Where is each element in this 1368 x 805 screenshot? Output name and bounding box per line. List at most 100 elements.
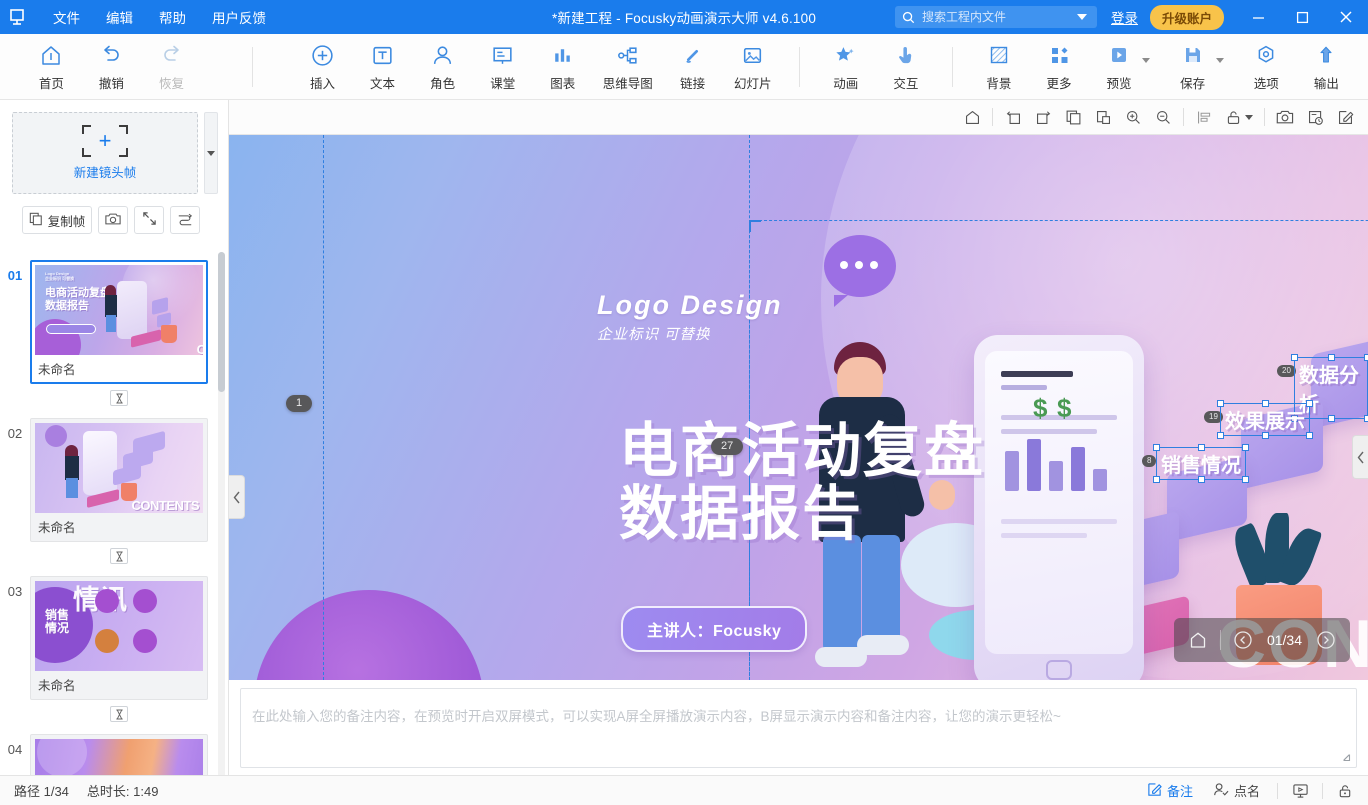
player-home-button[interactable] <box>1180 622 1216 658</box>
copy-frame-button[interactable]: 复制帧 <box>22 206 92 234</box>
slide-name[interactable]: 未命名 <box>35 513 203 539</box>
selection-handle-tl[interactable] <box>749 220 761 232</box>
slide-card[interactable]: CONTENTS 未命名 <box>30 418 208 542</box>
toolbar-button-save[interactable]: 保存 <box>1163 36 1224 98</box>
slides-list[interactable]: 01 Logo Design 企业标识 可替换 电商活动复盘 数据报告 C 未命… <box>0 248 229 805</box>
search-dropdown-caret-icon[interactable] <box>1076 14 1087 20</box>
lock-button[interactable] <box>1219 103 1259 131</box>
rotate-left-button[interactable] <box>998 103 1028 131</box>
toolbar-label: 链接 <box>680 77 706 91</box>
search-box[interactable] <box>894 6 1097 28</box>
copy-button[interactable] <box>1058 103 1088 131</box>
reorder-frames-button[interactable] <box>170 206 200 234</box>
slide-card[interactable]: 销售情况 情讯 未命名 <box>30 576 208 700</box>
camera-icon <box>1276 110 1294 124</box>
zoom-out-button[interactable] <box>1148 103 1178 131</box>
toolbar-button-slide[interactable]: 幻灯片 <box>723 36 783 98</box>
toolbar-button-insert[interactable]: 插入 <box>292 36 352 98</box>
slide-item-01[interactable]: 01 Logo Design 企业标识 可替换 电商活动复盘 数据报告 C 未命… <box>0 260 229 384</box>
lock-dropdown-caret-icon[interactable] <box>1245 114 1253 120</box>
plus-circle-icon <box>310 41 335 69</box>
upgrade-account-button[interactable]: 升级账户 <box>1149 4 1224 30</box>
slide-name[interactable]: 未命名 <box>35 671 203 697</box>
close-button[interactable] <box>1324 0 1368 34</box>
menu-item-help[interactable]: 帮助 <box>146 3 199 31</box>
slide-canvas[interactable]: $ $ Logo Design 企业标识 可替换 电商活动复盘 数据报告 主讲人 <box>229 135 1368 680</box>
rotate-right-button[interactable] <box>1028 103 1058 131</box>
toolbar-button-chart[interactable]: 图表 <box>533 36 593 98</box>
toolbar-button-more[interactable]: 更多 <box>1029 36 1089 98</box>
collapse-sidebar-button[interactable] <box>229 475 245 519</box>
toolbar-button-undo[interactable]: 撤销 <box>81 36 141 98</box>
slide-duration-button[interactable] <box>110 390 128 406</box>
snapshot-button[interactable] <box>1270 103 1300 131</box>
toolbar-button-character[interactable]: 角色 <box>413 36 473 98</box>
display-mode-button[interactable] <box>1285 779 1315 803</box>
menu-item-feedback[interactable]: 用户反馈 <box>199 3 279 31</box>
object-label-sales[interactable]: 销售情况 <box>1153 444 1249 483</box>
save-disk-icon <box>1181 41 1205 69</box>
toolbar-button-options[interactable]: 选项 <box>1236 36 1296 98</box>
canvas-home-button[interactable] <box>957 103 987 131</box>
frame-camera-button[interactable] <box>98 206 128 234</box>
slide-timer-wrap-01 <box>30 384 208 406</box>
menu-item-file[interactable]: 文件 <box>40 3 93 31</box>
paste-button[interactable] <box>1088 103 1118 131</box>
collapse-right-panel-button[interactable] <box>1352 435 1368 479</box>
object-badge-8[interactable]: 8 <box>1142 455 1157 467</box>
new-camera-frame-button[interactable]: + 新建镜头帧 <box>12 112 198 194</box>
player-next-button[interactable] <box>1308 622 1344 658</box>
toolbar-button-text[interactable]: 文本 <box>353 36 413 98</box>
monitor-icon <box>1292 783 1308 798</box>
menu-item-edit[interactable]: 编辑 <box>93 3 146 31</box>
preview-dropdown-caret-icon[interactable] <box>1142 57 1151 63</box>
chevron-down-icon <box>207 150 215 156</box>
slide-card[interactable]: Logo Design 企业标识 可替换 电商活动复盘 数据报告 C 未命名 <box>30 260 208 384</box>
save-dropdown-caret-icon[interactable] <box>1215 57 1224 63</box>
zoom-in-button[interactable] <box>1118 103 1148 131</box>
align-button[interactable] <box>1189 103 1219 131</box>
toolbar-button-export[interactable]: 输出 <box>1296 36 1356 98</box>
frame-badge-27[interactable]: 27 <box>711 438 744 455</box>
minimize-button[interactable] <box>1236 0 1280 34</box>
toolbar-button-background[interactable]: 背景 <box>969 36 1029 98</box>
lock-button[interactable] <box>1330 779 1360 803</box>
slide-duration-button[interactable] <box>110 548 128 564</box>
fit-screen-button[interactable] <box>134 206 164 234</box>
toolbar-button-home[interactable]: 首页 <box>21 36 81 98</box>
toolbar-button-interaction[interactable]: 交互 <box>876 36 936 98</box>
toolbar-button-classroom[interactable]: 课堂 <box>473 36 533 98</box>
history-button[interactable] <box>1300 103 1330 131</box>
slide-item-02[interactable]: 02 CONTENTS 未命名 <box>0 418 229 542</box>
canvas-logo-text[interactable]: Logo Design 企业标识 可替换 <box>597 290 783 344</box>
notes-resize-handle[interactable] <box>1338 749 1352 763</box>
toolbar-label: 输出 <box>1313 77 1339 91</box>
canvas-main-title[interactable]: 电商活动复盘 数据报告 <box>619 420 985 545</box>
toolbar-button-preview[interactable]: 预览 <box>1089 36 1151 98</box>
slide-item-03[interactable]: 03 销售情况 情讯 未命名 <box>0 576 229 700</box>
canvas-speaker-badge[interactable]: 主讲人：Focusky <box>621 606 808 652</box>
rollcall-button[interactable]: 点名 <box>1203 778 1270 803</box>
toolbar-button-animation[interactable]: 动画 <box>816 36 876 98</box>
maximize-button[interactable] <box>1280 0 1324 34</box>
slide-duration-button[interactable] <box>110 706 128 722</box>
notes-textarea[interactable]: 在此处输入您的备注内容，在预览时开启双屏模式，可以实现A屏全屏播放演示内容，B屏… <box>240 688 1357 768</box>
object-label-text: 效果展示 <box>1225 411 1305 433</box>
player-prev-button[interactable] <box>1225 622 1261 658</box>
login-link[interactable]: 登录 <box>1111 7 1138 27</box>
toolbar-button-mindmap[interactable]: 思维导图 <box>593 36 663 98</box>
canvas-player-controls[interactable]: 01/34 <box>1173 618 1350 662</box>
edit-button[interactable] <box>1330 103 1360 131</box>
slide-name[interactable]: 未命名 <box>35 355 203 381</box>
fit-screen-icon <box>142 211 157 229</box>
toolbar-button-link[interactable]: 链接 <box>663 36 723 98</box>
search-input[interactable] <box>914 10 1077 24</box>
notes-toggle-button[interactable]: 备注 <box>1137 778 1203 803</box>
toolbar-button-redo[interactable]: 恢复 <box>141 36 201 98</box>
zoom-out-icon <box>1156 110 1170 124</box>
object-label-effect-display[interactable]: 效果展示 <box>1217 400 1313 439</box>
slides-scrollbar[interactable] <box>218 252 225 805</box>
frame-badge-1[interactable]: 1 <box>286 395 313 412</box>
frames-scroll-down-button[interactable] <box>204 112 218 194</box>
slides-scrollbar-thumb[interactable] <box>218 252 225 392</box>
